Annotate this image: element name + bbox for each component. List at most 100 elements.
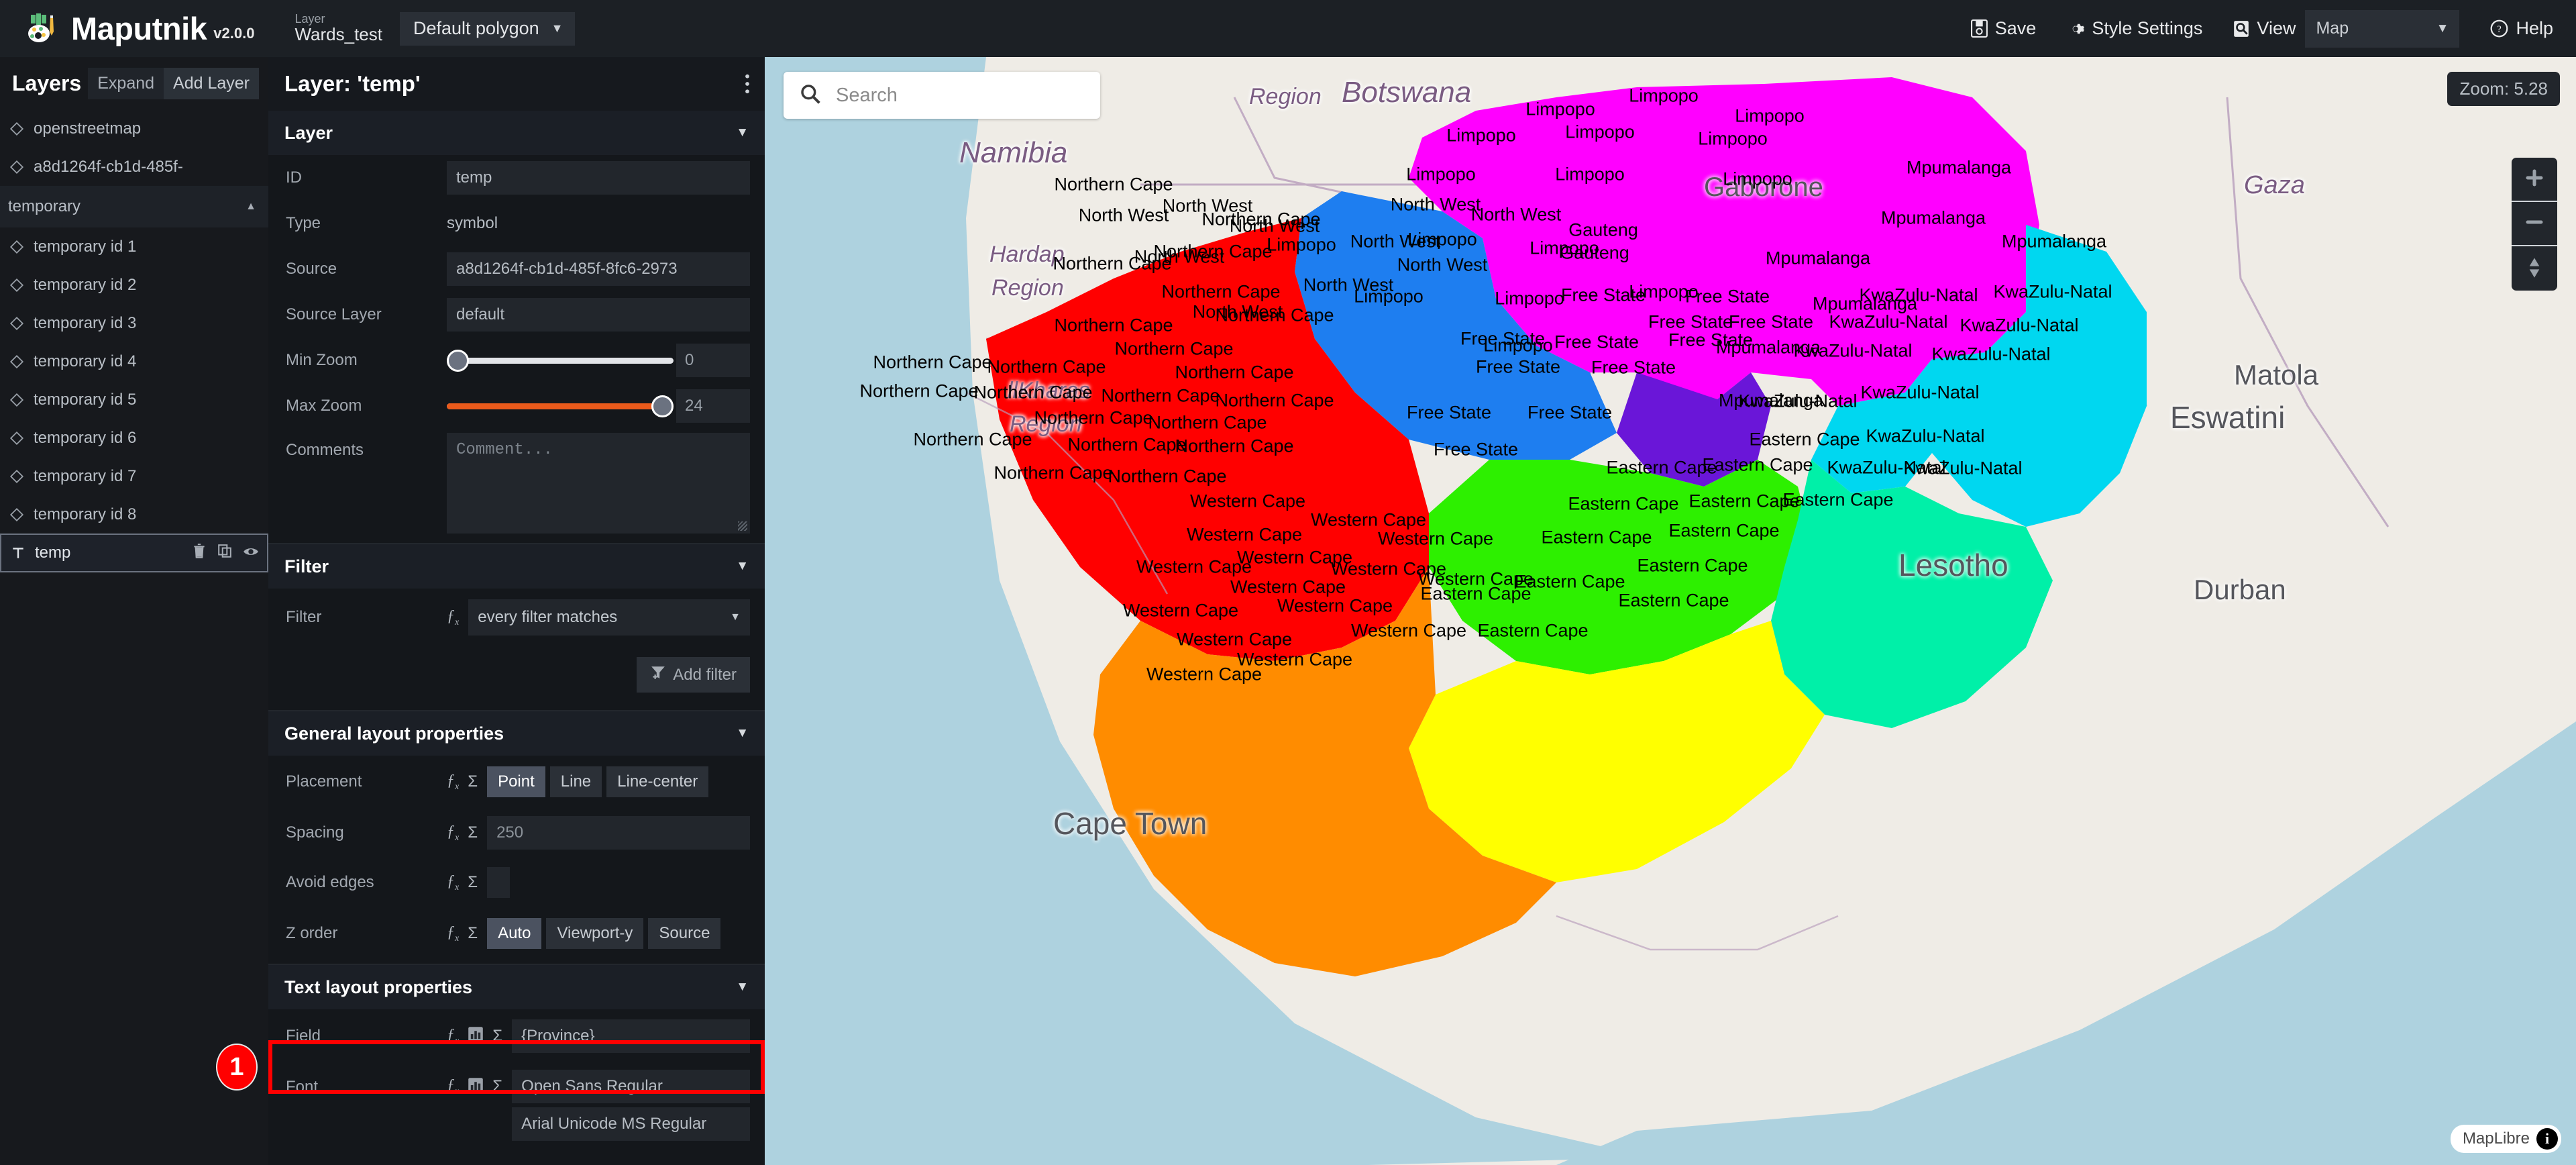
zoom-in-button[interactable] [2512,158,2557,202]
comments-textarea[interactable]: Comment... [447,433,750,534]
search-input[interactable]: Search [836,85,898,107]
map-canvas[interactable]: Search Zoom: 5.28 MapLibre i Botswana Nam… [765,57,2576,1165]
zoom-function-icon[interactable] [468,1026,484,1046]
max-zoom-slider[interactable] [447,389,674,423]
layer-id-input[interactable]: temp [447,161,750,195]
sigma-icon[interactable]: Σ [468,924,478,943]
save-button[interactable]: Save [1970,18,2037,39]
text-field-input[interactable]: {Province} [512,1019,750,1053]
sidebar-item-temp[interactable]: temp [0,534,268,572]
view-button[interactable]: View [2233,18,2296,39]
z-order-option-auto[interactable]: Auto [487,918,542,949]
expand-layers-button[interactable]: Expand [88,67,164,99]
placement-option-line[interactable]: Line [549,766,602,797]
inspect-icon [2233,20,2249,38]
eye-icon[interactable] [243,544,259,562]
sigma-icon[interactable]: Σ [492,1027,502,1046]
sigma-icon[interactable]: Σ [468,772,478,791]
section-header-layer[interactable]: Layer ▼ [268,111,765,155]
layers-panel: Layers Expand Add Layer openstreetmap a8… [0,57,268,1165]
sidebar-item-temporary-3[interactable]: temporary id 3 [0,304,268,342]
function-icon[interactable]: ƒx [447,772,459,793]
slider-thumb[interactable] [651,395,674,417]
filter-combinator-select[interactable]: every filter matches ▼ [468,599,750,636]
avoid-edges-checkbox[interactable] [487,867,511,898]
function-icon[interactable]: ƒx [447,607,459,628]
compass-button[interactable] [2512,246,2557,291]
save-label: Save [1994,18,2037,38]
font-stack-item-1[interactable]: Open Sans Regular [512,1070,750,1103]
add-filter-button[interactable]: Add filter [637,657,750,693]
function-icon[interactable]: ƒx [447,872,459,893]
maplibre-attribution[interactable]: MapLibre i [2450,1125,2561,1153]
property-label: Filter [286,608,322,626]
add-layer-button[interactable]: Add Layer [164,67,259,99]
sidebar-item-temporary-2[interactable]: temporary id 2 [0,266,268,304]
search-icon [800,83,821,108]
max-zoom-value[interactable]: 24 [676,389,750,423]
sidebar-item-temporary-8[interactable]: temporary id 8 [0,495,268,534]
property-label: Field [286,1027,321,1045]
copy-icon[interactable] [217,544,232,563]
sidebar-item-temporary-4[interactable]: temporary id 4 [0,342,268,381]
spacing-input[interactable]: 250 [487,816,750,850]
function-icon[interactable]: ƒx [447,1026,459,1047]
min-zoom-slider[interactable] [447,343,674,378]
property-row-comments: Comments Comment... [268,429,765,534]
min-zoom-value[interactable]: 0 [676,344,750,377]
zoom-function-icon[interactable] [468,1077,484,1097]
layer-group-temporary[interactable]: temporary ▲ [0,186,268,227]
zoom-level-badge: Zoom: 5.28 [2447,72,2560,106]
sidebar-item-a8d1264f[interactable]: a8d1264f-cb1d-485f- [0,148,268,186]
info-icon[interactable]: i [2536,1128,2558,1150]
map-search-box[interactable]: Search [784,72,1100,119]
style-preset-value: Default polygon [413,18,539,38]
property-label: Comments [286,441,364,459]
section-header-text-layout[interactable]: Text layout properties ▼ [268,965,765,1009]
layer-properties-panel: Layer: 'temp' Layer ▼ ID temp Type symbo… [268,57,765,1165]
chevron-down-icon: ▼ [2436,21,2449,36]
chevron-up-icon: ▲ [246,201,256,212]
z-order-option-viewport-y[interactable]: Viewport-y [546,918,644,949]
font-stack-item-2[interactable]: Arial Unicode MS Regular [512,1107,750,1141]
sigma-icon[interactable]: Σ [468,873,478,892]
placement-option-line-center[interactable]: Line-center [606,766,709,797]
style-settings-label: Style Settings [2092,18,2203,38]
section-header-general-layout[interactable]: General layout properties ▼ [268,711,765,756]
gear-icon [2067,20,2085,38]
property-label: Type [286,214,321,232]
kebab-menu-icon[interactable] [745,74,750,94]
sidebar-item-temporary-5[interactable]: temporary id 5 [0,381,268,419]
layer-label: temporary id 7 [34,466,137,485]
style-settings-button[interactable]: Style Settings [2067,18,2202,39]
property-label: Spacing [286,823,344,842]
sigma-icon[interactable]: Σ [492,1077,502,1096]
trash-icon[interactable] [192,543,207,564]
slider-thumb[interactable] [447,349,469,372]
style-preset-select[interactable]: Default polygon ▼ [399,11,576,46]
layer-label: temp [35,544,71,562]
sidebar-item-openstreetmap[interactable]: openstreetmap [0,109,268,148]
sidebar-item-temporary-6[interactable]: temporary id 6 [0,419,268,457]
section-title: General layout properties [284,723,504,744]
view-mode-value: Map [2316,19,2349,38]
help-button[interactable]: ? Help [2490,18,2553,39]
sigma-icon[interactable]: Σ [468,823,478,842]
z-order-option-source[interactable]: Source [648,918,721,949]
layer-label: temporary id 3 [34,313,137,332]
section-header-filter[interactable]: Filter ▼ [268,544,765,589]
properties-header: Layer: 'temp' [268,57,765,111]
function-icon[interactable]: ƒx [447,823,459,844]
layer-source-layer-input[interactable]: default [447,298,750,332]
z-order-segmented-control: Auto Viewport-y Source [487,918,721,949]
function-icon[interactable]: ƒx [447,923,459,944]
page-title: Layer: 'temp' [284,71,421,96]
placement-option-point[interactable]: Point [487,766,545,797]
layer-source-input[interactable]: a8d1264f-cb1d-485f-8fc6-2973 [447,252,750,286]
sidebar-item-temporary-7[interactable]: temporary id 7 [0,457,268,495]
view-control-group: View Map ▼ [2233,9,2460,48]
function-icon[interactable]: ƒx [447,1076,459,1097]
zoom-out-button[interactable] [2512,202,2557,246]
view-mode-select[interactable]: Map ▼ [2305,9,2460,48]
sidebar-item-temporary-1[interactable]: temporary id 1 [0,227,268,266]
